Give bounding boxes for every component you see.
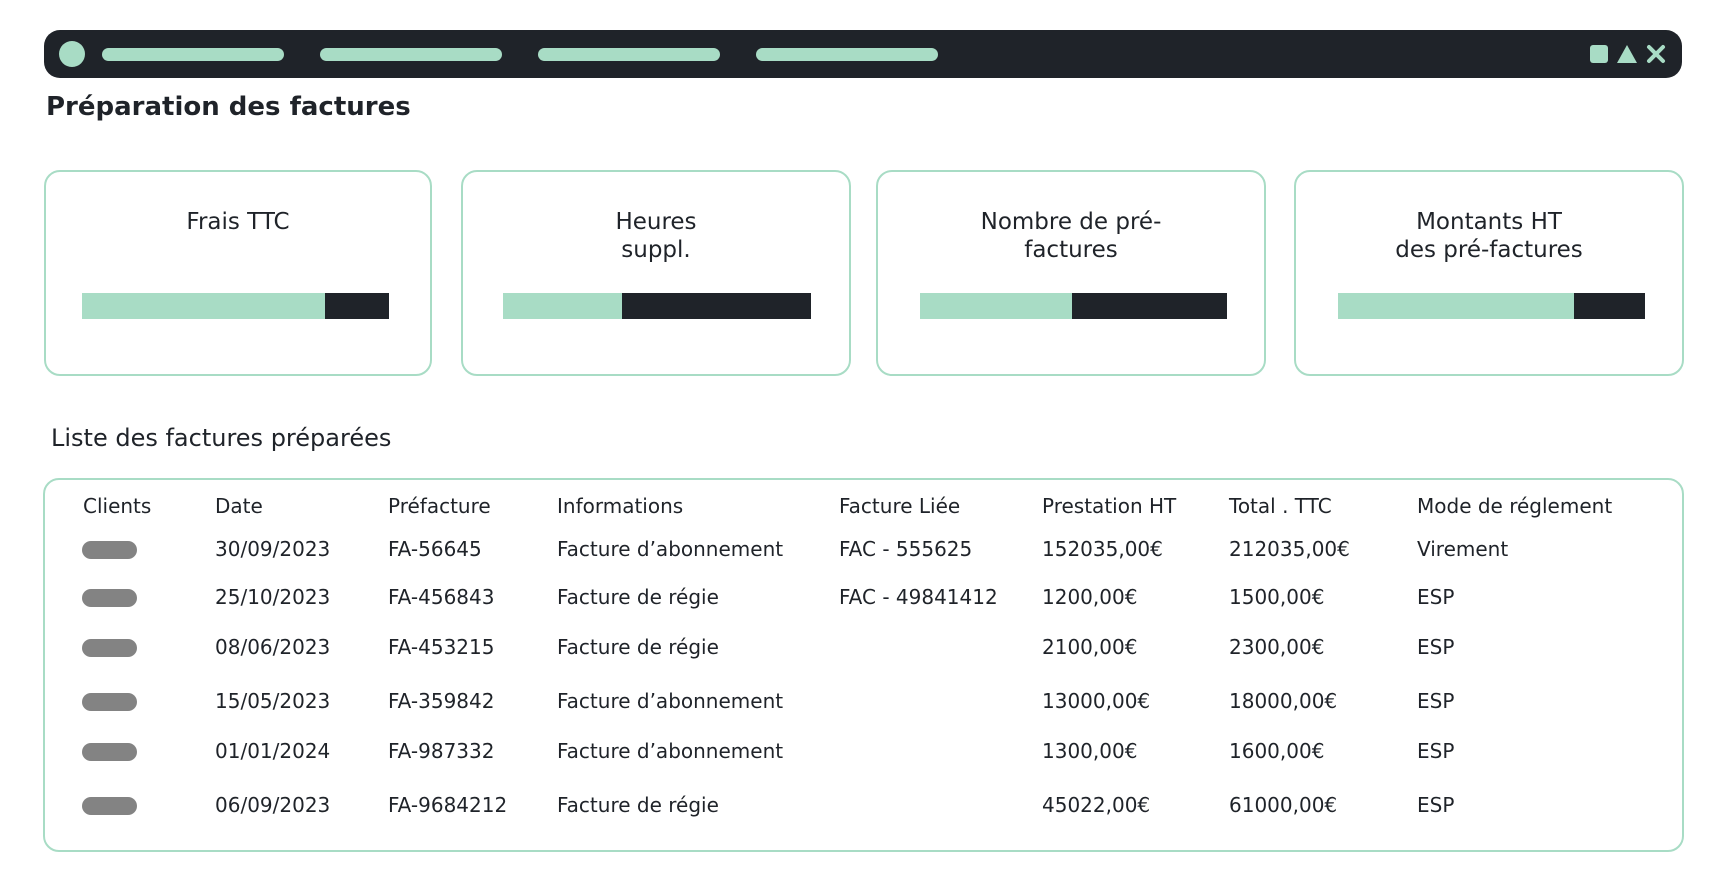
kpi-card-frais-ttc: Frais TTC (44, 170, 432, 376)
kpi-label: Montants HT des pré-factures (1395, 209, 1583, 263)
kpi-progress-fill (920, 293, 1072, 319)
kpi-label: Heures suppl. (615, 209, 697, 263)
kpi-label: Nombre de pré- factures (980, 209, 1162, 263)
kpi-label: Frais TTC (186, 209, 290, 235)
cell-facture-liee: FAC - 49841412 (839, 585, 998, 609)
client-avatar-placeholder[interactable] (82, 589, 137, 607)
cell-total-ttc: 1500,00€ (1229, 585, 1325, 609)
maximize-triangle-icon[interactable] (1617, 44, 1637, 64)
kpi-progress-bar (920, 293, 1227, 319)
menu-placeholder-1[interactable] (102, 48, 284, 61)
cell-date: 08/06/2023 (215, 635, 331, 659)
kpi-progress-bar (1338, 293, 1645, 319)
cell-informations: Facture de régie (557, 585, 719, 609)
cell-date: 15/05/2023 (215, 689, 331, 713)
cell-prestation-ht: 152035,00€ (1042, 537, 1163, 561)
cell-mode-reglement: Virement (1417, 537, 1509, 561)
cell-informations: Facture de régie (557, 635, 719, 659)
cell-informations: Facture d’abonnement (557, 739, 784, 763)
cell-informations: Facture de régie (557, 793, 719, 817)
cell-date: 25/10/2023 (215, 585, 331, 609)
cell-date: 30/09/2023 (215, 537, 331, 561)
cell-prefacture: FA-359842 (388, 689, 495, 713)
column-header-facture-liee: Facture Liée (839, 494, 961, 518)
kpi-progress-bar (82, 293, 389, 319)
column-header-prestation-ht: Prestation HT (1042, 494, 1177, 518)
cell-prestation-ht: 2100,00€ (1042, 635, 1138, 659)
column-header-date: Date (215, 494, 263, 518)
cell-prestation-ht: 13000,00€ (1042, 689, 1151, 713)
menu-placeholder-4[interactable] (756, 48, 938, 61)
kpi-card-heures-suppl: Heures suppl. (461, 170, 851, 376)
cell-total-ttc: 2300,00€ (1229, 635, 1325, 659)
client-avatar-placeholder[interactable] (82, 797, 137, 815)
client-avatar-placeholder[interactable] (82, 639, 137, 657)
cell-mode-reglement: ESP (1417, 739, 1455, 763)
kpi-card-nombre-prefactures: Nombre de pré- factures (876, 170, 1266, 376)
column-header-clients: Clients (83, 494, 152, 518)
page-title: Préparation des factures (46, 92, 411, 122)
cell-prestation-ht: 45022,00€ (1042, 793, 1151, 817)
cell-mode-reglement: ESP (1417, 635, 1455, 659)
cell-mode-reglement: ESP (1417, 585, 1455, 609)
menu-placeholder-2[interactable] (320, 48, 502, 61)
client-avatar-placeholder[interactable] (82, 743, 137, 761)
column-header-total-ttc: Total . TTC (1229, 494, 1332, 518)
cell-facture-liee: FAC - 555625 (839, 537, 973, 561)
minimize-square-icon[interactable] (1590, 45, 1608, 63)
client-avatar-placeholder[interactable] (82, 693, 137, 711)
cell-total-ttc: 212035,00€ (1229, 537, 1350, 561)
cell-prestation-ht: 1300,00€ (1042, 739, 1138, 763)
cell-prefacture: FA-453215 (388, 635, 495, 659)
cell-prefacture: FA-987332 (388, 739, 495, 763)
cell-informations: Facture d’abonnement (557, 537, 784, 561)
cell-prestation-ht: 1200,00€ (1042, 585, 1138, 609)
menu-placeholder-3[interactable] (538, 48, 720, 61)
cell-prefacture: FA-9684212 (388, 793, 508, 817)
cell-total-ttc: 18000,00€ (1229, 689, 1338, 713)
invoice-list-title: Liste des factures préparées (51, 424, 392, 452)
kpi-progress-bar (503, 293, 811, 319)
cell-mode-reglement: ESP (1417, 793, 1455, 817)
cell-prefacture: FA-456843 (388, 585, 495, 609)
column-header-informations: Informations (557, 494, 684, 518)
cell-mode-reglement: ESP (1417, 689, 1455, 713)
window-titlebar (44, 30, 1682, 78)
cell-total-ttc: 61000,00€ (1229, 793, 1338, 817)
kpi-card-montants-ht: Montants HT des pré-factures (1294, 170, 1684, 376)
cell-prefacture: FA-56645 (388, 537, 482, 561)
app-circle-icon (59, 41, 85, 67)
kpi-progress-fill (82, 293, 325, 319)
cell-informations: Facture d’abonnement (557, 689, 784, 713)
close-icon[interactable] (1646, 44, 1666, 64)
cell-total-ttc: 1600,00€ (1229, 739, 1325, 763)
cell-date: 01/01/2024 (215, 739, 331, 763)
kpi-progress-fill (503, 293, 622, 319)
column-header-prefacture: Préfacture (388, 494, 491, 518)
invoice-table: Clients Date Préfacture Informations Fac… (43, 478, 1684, 852)
client-avatar-placeholder[interactable] (82, 541, 137, 559)
column-header-mode-reglement: Mode de réglement (1417, 494, 1613, 518)
cell-date: 06/09/2023 (215, 793, 331, 817)
kpi-progress-fill (1338, 293, 1575, 319)
